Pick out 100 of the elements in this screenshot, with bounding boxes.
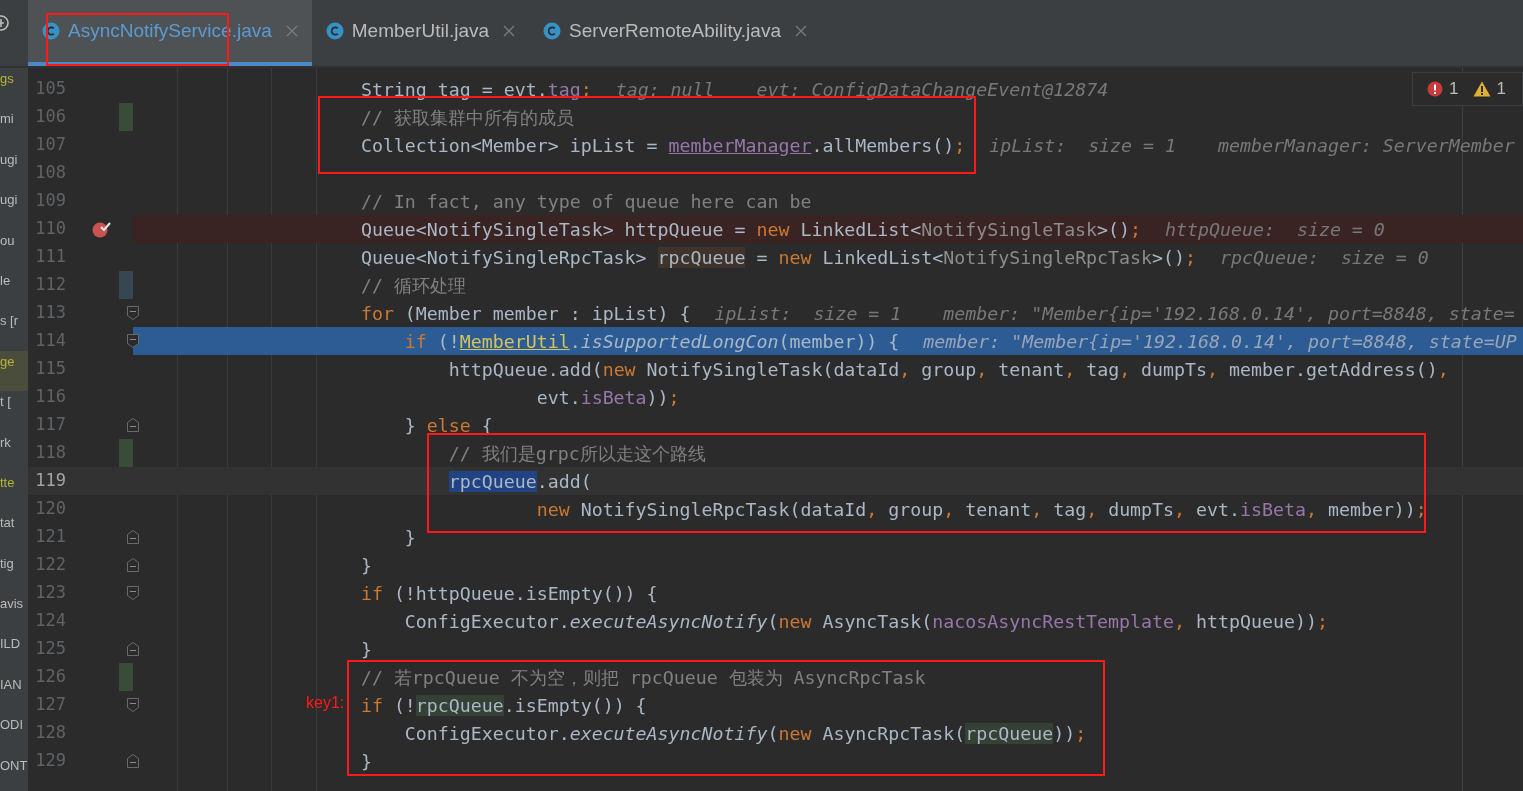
fold-icon[interactable] <box>127 698 139 712</box>
warning-count: 1 <box>1496 79 1506 99</box>
project-tree-item[interactable]: gs <box>0 68 28 109</box>
line-number: 126 <box>34 666 66 686</box>
add-icon[interactable] <box>0 13 10 33</box>
inline-debug-value: member: "Member{ip='192.168.0.14', port=8848, state=UP <box>923 330 1517 352</box>
close-icon[interactable] <box>794 25 807 37</box>
line-number: 125 <box>34 638 66 658</box>
inline-debug-value: ipList: size = 1 <box>989 134 1177 156</box>
code-line: Queue<NotifySingleRpcTask> rpcQueue = new LinkedList<NotifySingleRpcTask>(); <box>360 246 1196 268</box>
code-line: if (!httpQueue.isEmpty()) { <box>360 582 658 604</box>
line-number: 113 <box>34 302 66 322</box>
code-line: } <box>404 526 416 548</box>
problems-indicator[interactable]: 1 1 <box>1412 72 1523 106</box>
line-number: 116 <box>34 386 66 406</box>
code-line: rpcQueue.add( <box>448 470 592 492</box>
fold-icon[interactable] <box>127 334 139 348</box>
line-number: 117 <box>34 414 66 434</box>
code-line: } <box>360 554 372 576</box>
line-number: 106 <box>34 106 66 126</box>
fold-icon[interactable] <box>127 530 139 544</box>
line-number: 129 <box>34 750 66 770</box>
code-line: // 循环处理 <box>360 273 466 298</box>
line-number: 120 <box>34 498 66 518</box>
code-line: for (Member member : ipList) { <box>360 302 691 324</box>
code-line: // 我们是grpc所以走这个路线 <box>448 441 706 466</box>
code-line: if (!MemberUtil.isSupportedLongCon(member)) { <box>404 330 900 352</box>
project-tree-item[interactable]: le <box>0 269 28 311</box>
project-tree-item[interactable]: t [ <box>0 391 28 432</box>
project-tree-item[interactable]: avis <box>0 593 28 634</box>
editor-tab[interactable]: ServerRemoteAbility.java <box>529 0 821 66</box>
code-line: if (!rpcQueue.isEmpty()) { <box>360 694 647 716</box>
line-number: 128 <box>34 722 66 742</box>
project-tree-item[interactable]: ugi <box>0 189 28 230</box>
line-number: 108 <box>34 162 66 182</box>
line-number: 110 <box>34 218 66 238</box>
fold-icon[interactable] <box>127 642 139 656</box>
line-number: 123 <box>34 582 66 602</box>
line-number: 124 <box>34 610 66 630</box>
line-number: 112 <box>34 274 66 294</box>
close-icon[interactable] <box>503 25 516 37</box>
inline-debug-value: evt: ConfigDataChangeEvent@12874 <box>756 78 1109 100</box>
code-line: ConfigExecutor.executeAsyncNotify(new AsyncRpcTask(rpcQueue)); <box>404 722 1087 744</box>
annotation-note: key1: <box>306 694 345 712</box>
code-line: } <box>360 638 372 660</box>
fold-icon[interactable] <box>127 586 139 600</box>
project-tree-item[interactable]: ou <box>0 229 28 270</box>
fold-icon[interactable] <box>127 418 139 432</box>
project-tree-item[interactable]: s [r <box>0 310 28 351</box>
code-line: Collection<Member> ipList = memberManager.allMembers(); <box>360 134 966 156</box>
class-icon <box>42 22 60 40</box>
line-number: 105 <box>34 78 66 98</box>
project-tree-item[interactable]: tat <box>0 512 28 553</box>
project-tree-item[interactable]: tig <box>0 552 28 594</box>
line-number: 127 <box>34 694 66 714</box>
line-number: 115 <box>34 358 66 378</box>
change-marker[interactable] <box>119 439 133 467</box>
error-icon <box>1427 81 1444 97</box>
code-line: evt.isBeta)); <box>536 386 680 408</box>
project-tree-item[interactable]: ODI <box>0 714 28 755</box>
code-line: ConfigExecutor.executeAsyncNotify(new AsyncTask(nacosAsyncRestTemplate, httpQueue)); <box>404 610 1328 632</box>
line-number: 121 <box>34 526 66 546</box>
change-marker[interactable] <box>119 103 133 131</box>
inline-debug-value: rpcQueue: size = 0 <box>1220 246 1429 268</box>
class-icon <box>325 22 344 40</box>
code-line: Queue<NotifySingleTask> httpQueue = new LinkedList<NotifySingleTask>(); <box>360 218 1142 240</box>
code-line: // 若rpcQueue 不为空，则把 rpcQueue 包装为 AsyncRpcTask <box>360 665 926 690</box>
project-tree-item[interactable]: mi <box>0 108 28 149</box>
inline-debug-value: tag: null <box>615 78 715 100</box>
fold-icon[interactable] <box>127 558 139 572</box>
line-number: 109 <box>34 190 66 210</box>
project-tree-item[interactable]: ge <box>0 350 28 392</box>
line-number: 107 <box>34 134 66 154</box>
code-line: // In fact, any type of queue here can be <box>360 190 812 212</box>
project-tree-item[interactable]: IAN <box>0 673 28 715</box>
inline-debug-value: ipList: size = 1 <box>714 302 902 324</box>
change-marker[interactable] <box>119 271 133 299</box>
line-number: 122 <box>34 554 66 574</box>
project-tree-item[interactable]: tte <box>0 471 28 513</box>
project-tree-item[interactable]: ONT <box>0 754 28 791</box>
fold-icon[interactable] <box>127 306 139 320</box>
code-line: // 获取集群中所有的成员 <box>360 105 574 130</box>
code-line: } <box>360 750 372 772</box>
project-tree-item[interactable]: rk <box>0 431 28 472</box>
project-tree-item[interactable]: ugi <box>0 148 28 190</box>
code-line: new NotifySingleRpcTask(dataId, group, tenant, tag, dumpTs, evt.isBeta, member)); <box>536 498 1427 520</box>
editor-tab[interactable]: MemberUtil.java <box>311 0 530 66</box>
change-marker[interactable] <box>119 663 133 691</box>
line-number: 114 <box>34 330 66 350</box>
fold-icon[interactable] <box>127 754 139 768</box>
inline-debug-value: httpQueue: size = 0 <box>1165 218 1385 240</box>
inline-debug-value: memberManager: ServerMember <box>1218 134 1515 156</box>
class-icon <box>543 22 562 40</box>
inline-debug-value: member: "Member{ip='192.168.0.14', port=8848, state= <box>943 302 1515 324</box>
breakpoint-icon[interactable] <box>92 220 112 238</box>
line-number: 118 <box>34 442 66 462</box>
line-number: 119 <box>34 470 66 490</box>
project-tree-item[interactable]: ILD <box>0 633 28 674</box>
line-number: 111 <box>34 246 66 266</box>
error-count: 1 <box>1449 79 1459 99</box>
